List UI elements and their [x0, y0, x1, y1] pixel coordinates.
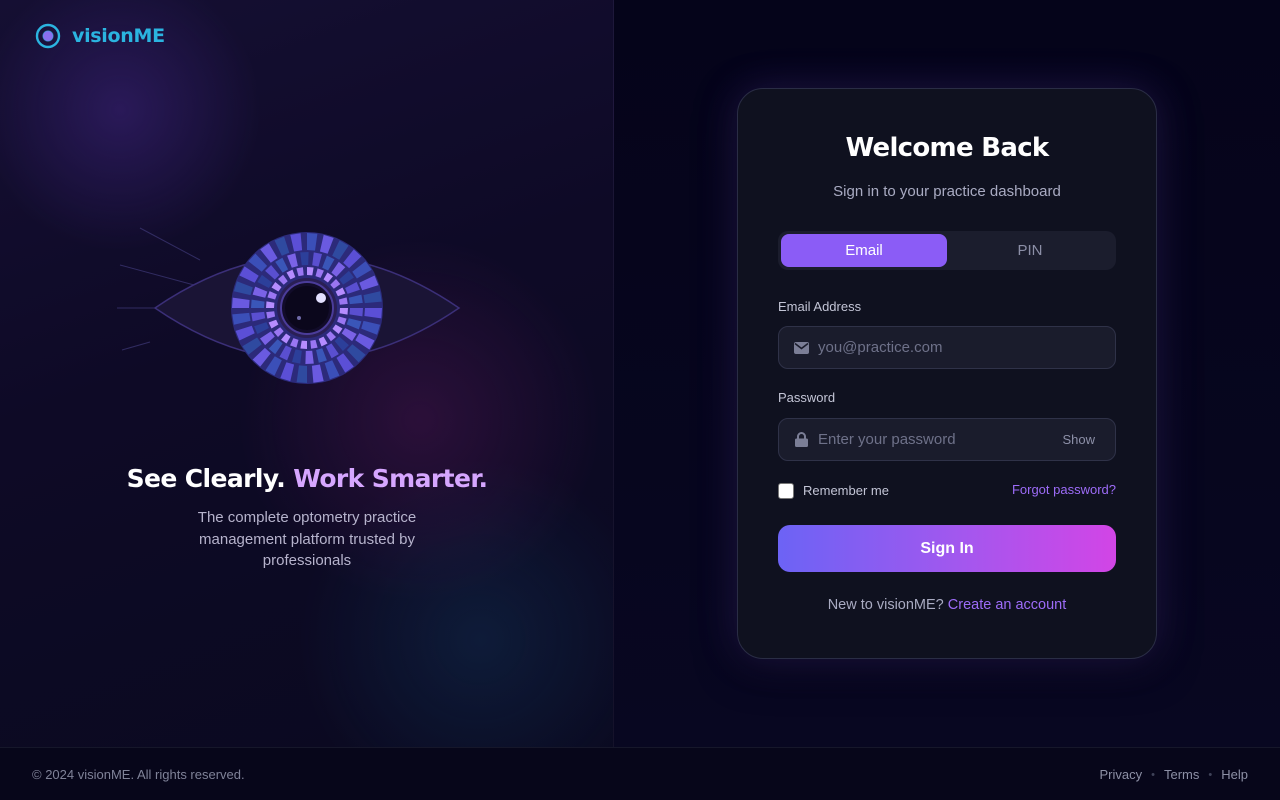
login-subtitle: Sign in to your practice dashboard [833, 183, 1061, 200]
login-card [737, 88, 1157, 659]
login-title: Welcome Back [845, 133, 1049, 163]
brand-logo[interactable]: visionME [35, 23, 165, 49]
eye-iris-illustration [117, 227, 461, 384]
login-method-tabs: Email PIN [778, 231, 1116, 270]
forgot-password-link[interactable]: Forgot password? [1012, 482, 1116, 497]
show-password-button[interactable]: Show [1062, 432, 1095, 447]
email-input[interactable] [818, 327, 1115, 368]
remember-label: Remember me [803, 483, 889, 498]
email-field-wrapper [778, 326, 1116, 369]
footer-link-terms[interactable]: Terms [1164, 767, 1199, 782]
footer-links: Privacy • Terms • Help [1100, 767, 1248, 782]
footer: © 2024 visionME. All rights reserved. Pr… [0, 747, 1280, 800]
hero-panel: visionME See Clearly. Work Smarter. The … [0, 0, 614, 747]
create-account-link[interactable]: Create an account [948, 597, 1067, 613]
signup-prompt-text: New to visionME? [827, 597, 944, 613]
sign-in-button[interactable]: Sign In [778, 525, 1116, 572]
footer-link-privacy[interactable]: Privacy [1100, 767, 1143, 782]
separator-dot: • [1151, 768, 1155, 781]
brand-name: visionME [72, 25, 165, 47]
lock-icon [793, 432, 809, 448]
headline-part2: Work Smarter. [293, 464, 488, 493]
signup-prompt: New to visionME? Create an account [737, 597, 1157, 613]
email-label: Email Address [778, 299, 862, 314]
remember-checkbox[interactable] [778, 482, 794, 499]
password-label: Password [778, 390, 836, 405]
footer-link-help[interactable]: Help [1221, 767, 1248, 782]
password-field-wrapper: Show [778, 418, 1116, 461]
tab-email[interactable]: Email [781, 234, 947, 267]
separator-dot: • [1208, 768, 1213, 781]
hero-subtitle: The complete optometry practice manageme… [197, 509, 417, 569]
remember-me[interactable]: Remember me [778, 481, 889, 500]
headline-part1: See Clearly. [126, 464, 286, 493]
hero-headline: See Clearly. Work Smarter. [0, 464, 614, 493]
password-input[interactable] [818, 419, 1063, 460]
copyright: © 2024 visionME. All rights reserved. [32, 767, 245, 782]
tab-pin[interactable]: PIN [947, 234, 1113, 267]
envelope-icon [793, 340, 809, 356]
target-eye-icon [35, 23, 61, 49]
